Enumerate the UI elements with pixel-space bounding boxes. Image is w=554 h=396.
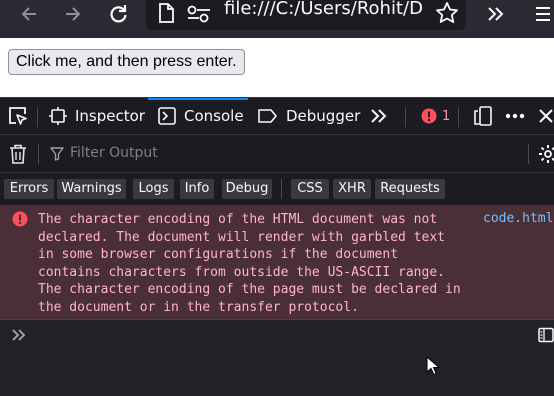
more-options-icon[interactable] [505, 98, 525, 134]
overflow-chevron-icon[interactable] [482, 0, 510, 28]
toolbar-separator [281, 179, 282, 199]
toolbar-separator [38, 144, 39, 164]
prompt-chevron-icon [11, 328, 27, 342]
responsive-design-icon[interactable] [473, 98, 493, 134]
hamburger-menu-icon[interactable] [529, 0, 554, 28]
back-icon[interactable] [15, 0, 43, 28]
mouse-cursor-icon [426, 356, 440, 376]
error-count: 1 [442, 108, 451, 124]
filter-logs-button[interactable]: Logs [133, 179, 174, 199]
log-category-bar: Errors Warnings Logs Info Debug CSS XHR … [0, 172, 554, 206]
filter-info-button[interactable]: Info [180, 179, 214, 199]
devtools-tab-bar: Inspector Console Debugger 1 [0, 97, 554, 134]
browser-toolbar: file:///C:/Users/Rohit/Deskt [0, 0, 554, 38]
tab-debugger-label: Debugger [286, 107, 361, 125]
toolbar-separator [458, 107, 459, 127]
permissions-icon[interactable] [186, 4, 212, 24]
close-devtools-icon[interactable] [538, 98, 554, 134]
console-icon [158, 107, 176, 125]
filter-icon [50, 147, 64, 161]
filter-debug-button[interactable]: Debug [222, 179, 272, 199]
tab-inspector-label: Inspector [75, 107, 145, 125]
reload-icon[interactable] [104, 0, 132, 28]
toolbar-separator [37, 107, 38, 127]
bookmark-star-icon[interactable] [435, 1, 459, 25]
console-error-message[interactable]: The character encoding of the HTML docum… [0, 206, 554, 320]
url-text[interactable]: file:///C:/Users/Rohit/Deskt [224, 0, 424, 19]
error-source-link[interactable]: code.html [483, 211, 553, 226]
error-icon [421, 108, 437, 124]
forward-icon[interactable] [59, 0, 87, 28]
filter-xhr-button[interactable]: XHR [333, 179, 371, 199]
filter-errors-button[interactable]: Errors [4, 179, 54, 199]
error-icon [12, 211, 28, 227]
toolbar-separator [528, 144, 529, 164]
tab-console-label: Console [184, 107, 244, 125]
url-bar[interactable]: file:///C:/Users/Rohit/Deskt [146, 0, 466, 30]
inspector-icon [49, 107, 67, 125]
error-count-indicator[interactable]: 1 [421, 98, 450, 134]
debugger-icon [258, 108, 278, 124]
page-content: Click me, and then press enter. [0, 38, 554, 97]
element-picker-icon[interactable] [7, 98, 29, 134]
toolbar-separator [405, 107, 406, 127]
filter-warnings-button[interactable]: Warnings [57, 179, 126, 199]
settings-gear-icon[interactable] [538, 144, 554, 164]
error-message-text: The character encoding of the HTML docum… [38, 212, 461, 315]
click-me-button[interactable]: Click me, and then press enter. [8, 49, 245, 75]
tab-inspector[interactable]: Inspector [49, 98, 145, 134]
filter-css-button[interactable]: CSS [291, 179, 329, 199]
filter-requests-button[interactable]: Requests [375, 179, 445, 199]
tab-debugger[interactable]: Debugger [258, 98, 360, 134]
editor-mode-icon[interactable] [538, 327, 554, 343]
tab-console[interactable]: Console [158, 98, 244, 134]
page-icon [158, 3, 174, 23]
console-input[interactable] [0, 320, 554, 396]
console-filter-bar: Filter Output [0, 134, 554, 172]
filter-output-input[interactable]: Filter Output [70, 145, 158, 161]
trash-icon[interactable] [9, 144, 27, 164]
more-tabs-chevron-icon[interactable] [369, 98, 389, 134]
